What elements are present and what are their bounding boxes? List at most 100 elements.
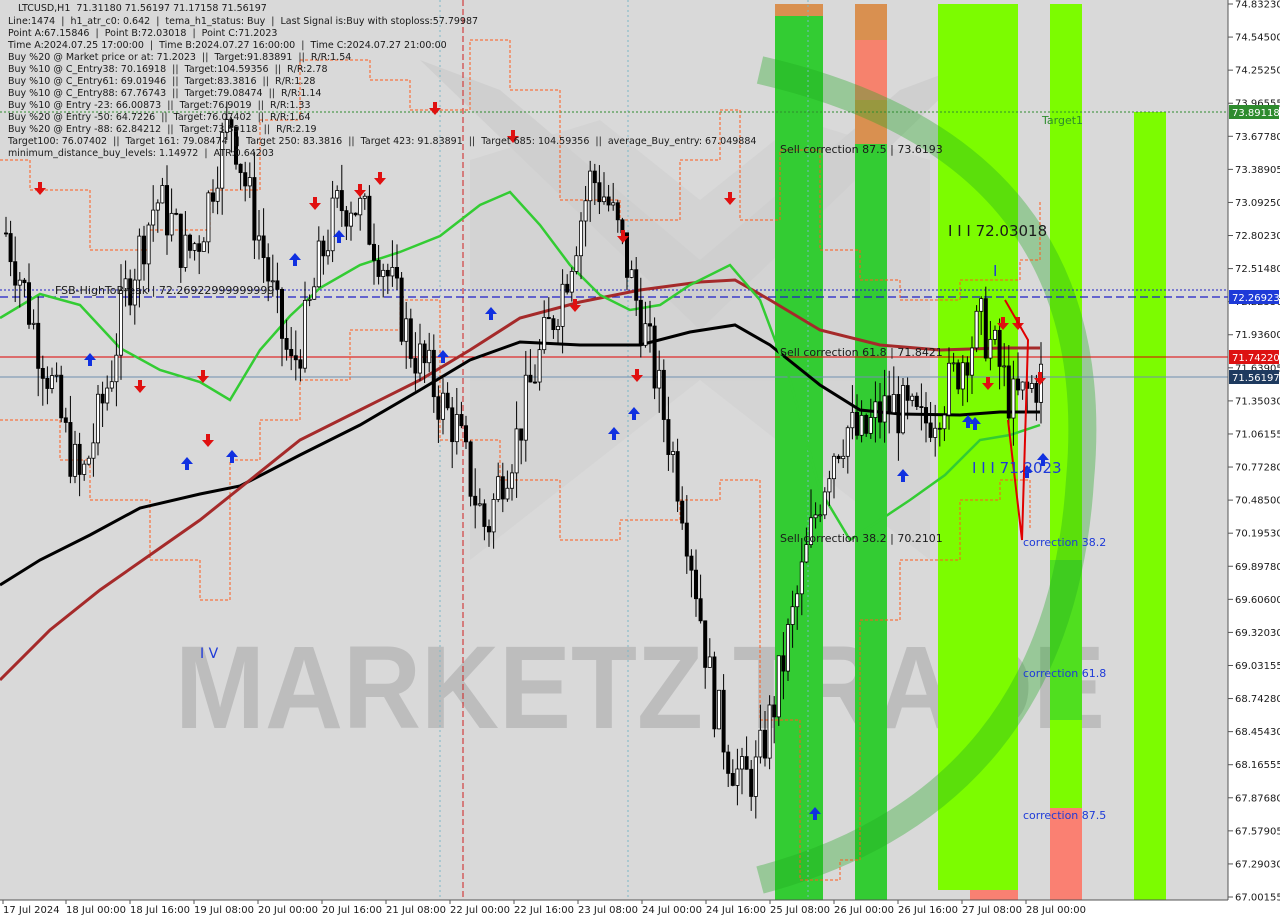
candle-body	[671, 451, 676, 455]
candle-body	[947, 362, 952, 416]
y-tick-label: 67.57905	[1235, 826, 1280, 837]
candle-body	[137, 235, 142, 281]
candle-body	[215, 187, 220, 202]
candle-body	[1034, 383, 1039, 403]
candle-body	[362, 195, 367, 199]
candle-body	[1002, 365, 1007, 368]
candle-body	[261, 235, 266, 258]
info-line-7: Buy %10 @ C_Entry88: 67.76743 || Target:…	[8, 88, 322, 99]
candle-body	[376, 259, 381, 277]
candle-body	[758, 729, 763, 758]
candle-body	[905, 385, 910, 401]
candle-body	[795, 593, 800, 608]
candle-body	[1011, 378, 1016, 419]
candle-body	[316, 240, 321, 288]
candle-body	[206, 192, 211, 243]
candle-body	[440, 392, 445, 420]
candle-body	[901, 385, 906, 434]
candle-body	[82, 463, 87, 475]
candle-body	[615, 202, 620, 221]
y-tick-label: 73.38905	[1235, 165, 1280, 176]
candle-body	[454, 414, 459, 443]
candle-body	[914, 395, 919, 407]
candle-body	[91, 442, 96, 459]
candle-body	[459, 414, 464, 427]
candle-body	[680, 500, 685, 524]
fsb-label: FSB-HighToBreak | 72.26922999999999	[55, 284, 274, 297]
candle-body	[574, 255, 579, 272]
candle-body	[86, 457, 91, 465]
candle-body	[482, 503, 487, 527]
candle-body	[675, 451, 680, 502]
candle-body	[528, 374, 533, 383]
candle-body	[1020, 381, 1025, 391]
x-tick-label: 22 Jul 00:00	[450, 905, 510, 916]
candle-body	[537, 349, 542, 383]
candle-body	[790, 606, 795, 625]
y-tick-label: 69.89780	[1235, 562, 1280, 573]
candle-body	[431, 349, 436, 398]
candle-body	[818, 514, 823, 517]
candle-body	[302, 300, 307, 369]
candle-body	[54, 374, 59, 377]
candle-body	[450, 407, 455, 443]
candle-body	[491, 499, 496, 533]
candle-body	[22, 279, 27, 284]
candle-body	[279, 289, 284, 339]
candle-body	[413, 358, 418, 374]
candle-body	[119, 290, 124, 356]
candle-body	[937, 427, 942, 430]
x-tick-label: 28 Jul 00:00	[1026, 905, 1086, 916]
candle-body	[477, 503, 482, 506]
x-tick-label: 17 Jul 2024	[3, 905, 60, 916]
candle-body	[698, 598, 703, 622]
candle-body	[951, 362, 956, 365]
candle-body	[556, 325, 561, 331]
fsb-tag-text: 72.26923	[1232, 293, 1280, 304]
candle-body	[114, 354, 119, 383]
candle-body	[266, 257, 271, 282]
candle-body	[597, 182, 602, 203]
candle-body	[933, 427, 938, 438]
candle-body	[192, 243, 197, 251]
candle-body	[749, 768, 754, 797]
candle-body	[707, 656, 712, 668]
candle-body	[26, 282, 31, 325]
candle-body	[105, 387, 110, 404]
candle-body	[523, 374, 528, 441]
candle-body	[740, 756, 745, 770]
candle-body	[569, 271, 574, 293]
info-line-1: Line:1474 | h1_atr_c0: 0.642 | tema_h1_s…	[8, 16, 479, 27]
candle-body	[427, 349, 432, 364]
candle-body	[164, 185, 169, 236]
candle-body	[96, 393, 101, 444]
info-line-2: Point A:67.15846 | Point B:72.03018 | Po…	[8, 28, 278, 39]
candle-body	[325, 250, 330, 257]
x-tick-label: 26 Jul 16:00	[898, 905, 958, 916]
candle-body	[321, 240, 326, 257]
y-tick-label: 67.87680	[1235, 793, 1280, 804]
candle-body	[689, 555, 694, 571]
candle-body	[868, 417, 873, 434]
y-tick-label: 74.54500	[1235, 33, 1280, 44]
candle-body	[436, 396, 441, 420]
candle-body	[684, 522, 689, 557]
candle-body	[256, 235, 261, 241]
x-tick-label: 22 Jul 16:00	[514, 905, 574, 916]
y-tick-label: 69.60600	[1235, 595, 1280, 606]
candle-body	[473, 495, 478, 506]
candle-body	[77, 443, 82, 475]
candle-body	[763, 729, 768, 759]
candle-body	[312, 286, 317, 300]
candle-body	[942, 414, 947, 430]
candle-body	[141, 235, 146, 265]
y-tick-label: 70.77280	[1235, 463, 1280, 474]
time-axis: 17 Jul 2024 18 Jul 00:00 18 Jul 16:00 19 Ju…	[0, 899, 1228, 920]
candle-body	[891, 394, 896, 414]
y-tick-label: 73.09250	[1235, 198, 1280, 209]
x-tick-label: 19 Jul 08:00	[194, 905, 254, 916]
candle-body	[997, 329, 1002, 367]
candle-body	[832, 455, 837, 480]
candle-body	[270, 280, 275, 283]
candle-body	[744, 756, 749, 770]
